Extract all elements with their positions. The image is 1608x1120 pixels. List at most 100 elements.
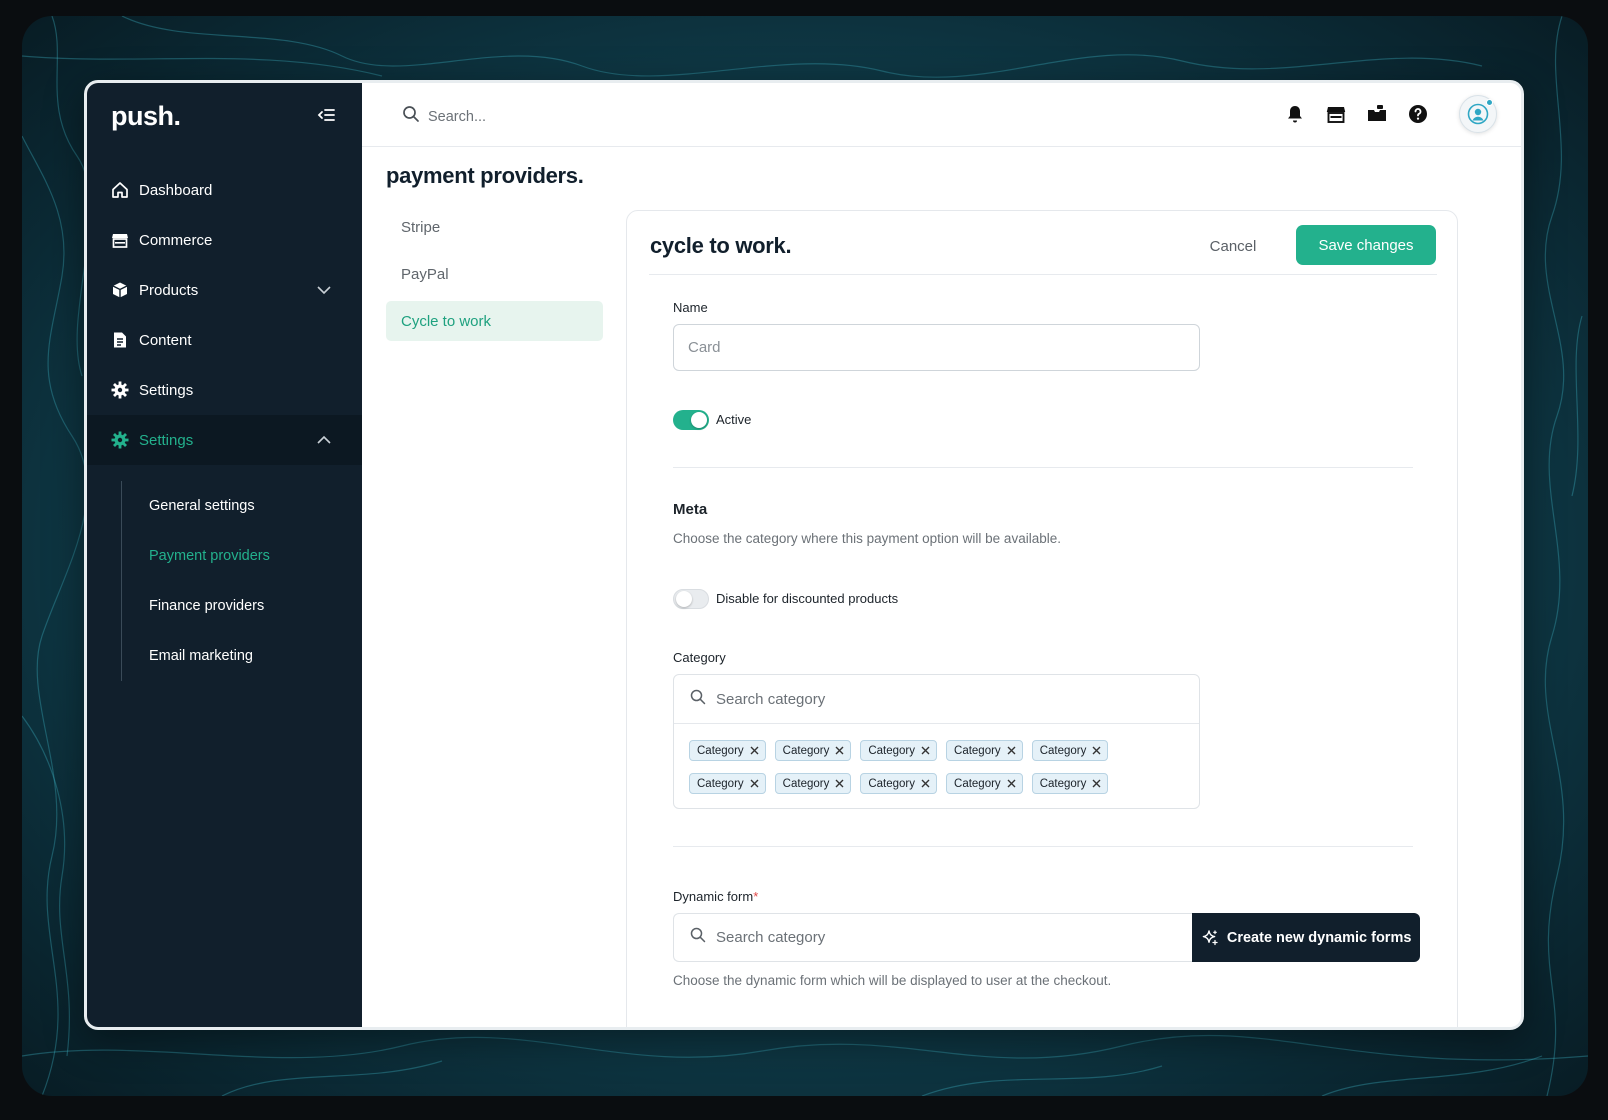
close-icon[interactable] bbox=[835, 779, 844, 788]
close-icon[interactable] bbox=[1092, 779, 1101, 788]
chevron-down-icon[interactable] bbox=[316, 282, 332, 298]
category-chip: Category bbox=[946, 773, 1023, 794]
gear-icon bbox=[111, 431, 129, 449]
cancel-button[interactable]: Cancel bbox=[1187, 226, 1279, 266]
store-icon bbox=[111, 231, 129, 249]
provider-stripe[interactable]: Stripe bbox=[386, 207, 603, 247]
category-chip: Category bbox=[860, 773, 938, 794]
provider-edit-card: cycle to work. Cancel Save changes Name … bbox=[626, 210, 1458, 1027]
category-search-input[interactable] bbox=[716, 690, 1136, 708]
divider bbox=[673, 846, 1413, 847]
chevron-up-icon[interactable] bbox=[316, 432, 332, 448]
notification-dot bbox=[1486, 99, 1493, 106]
sidebar-item-label: Products bbox=[139, 281, 199, 299]
main-content: payment providers. Stripe PayPal Cycle t… bbox=[362, 147, 1521, 1027]
sidebar-item-settings-active[interactable]: Settings bbox=[87, 415, 362, 465]
search-icon bbox=[690, 689, 706, 710]
discounted-products-toggle[interactable] bbox=[673, 589, 709, 609]
category-chip: Category bbox=[689, 773, 766, 794]
search-input[interactable] bbox=[428, 108, 728, 125]
sidebar-item-content[interactable]: Content bbox=[87, 315, 362, 365]
sidebar-item-commerce[interactable]: Commerce bbox=[87, 215, 362, 265]
active-toggle[interactable] bbox=[673, 410, 709, 430]
sidebar-item-label: Settings bbox=[139, 431, 194, 449]
sparkle-icon bbox=[1201, 929, 1219, 947]
store-icon[interactable] bbox=[1325, 103, 1347, 125]
create-dynamic-form-button[interactable]: Create new dynamic forms bbox=[1192, 913, 1420, 962]
close-icon[interactable] bbox=[1007, 746, 1016, 755]
box-icon bbox=[111, 281, 129, 299]
topbar bbox=[362, 83, 1521, 147]
category-selector: Category Category Category Category Cate… bbox=[673, 674, 1200, 809]
user-avatar-icon[interactable] bbox=[1459, 95, 1497, 133]
logo: push. bbox=[111, 101, 181, 131]
category-chip: Category bbox=[1031, 773, 1109, 794]
subnav-general-settings[interactable]: General settings bbox=[122, 481, 351, 531]
main-nav: Dashboard Commerce Products Content Sett… bbox=[87, 165, 362, 465]
close-icon[interactable] bbox=[921, 746, 930, 755]
category-label: Category bbox=[673, 650, 726, 665]
subnav-payment-providers[interactable]: Payment providers bbox=[122, 531, 351, 581]
dynamic-form-help-text: Choose the dynamic form which will be di… bbox=[673, 973, 1112, 988]
category-chip: Category bbox=[689, 740, 766, 761]
subnav-email-marketing[interactable]: Email marketing bbox=[122, 631, 351, 681]
search-icon bbox=[402, 105, 420, 128]
category-search bbox=[674, 675, 1199, 724]
topbar-actions bbox=[1265, 95, 1497, 133]
category-chip: Category bbox=[860, 740, 938, 761]
sidebar-item-label: Content bbox=[139, 331, 192, 349]
meta-title: Meta bbox=[673, 501, 708, 518]
sidebar-item-label: Commerce bbox=[139, 231, 213, 249]
save-changes-button[interactable]: Save changes bbox=[1296, 225, 1436, 265]
card-title: cycle to work. bbox=[650, 233, 792, 258]
close-icon[interactable] bbox=[750, 779, 759, 788]
toggle-knob bbox=[676, 591, 692, 607]
inbox-icon[interactable] bbox=[1366, 103, 1388, 125]
provider-paypal[interactable]: PayPal bbox=[386, 254, 603, 294]
page-title: payment providers. bbox=[386, 163, 584, 188]
close-icon[interactable] bbox=[835, 746, 844, 755]
provider-cycle-to-work[interactable]: Cycle to work bbox=[386, 301, 603, 341]
category-chips: Category Category Category Category Cate… bbox=[674, 724, 1134, 806]
sidebar-item-settings[interactable]: Settings bbox=[87, 365, 362, 415]
category-chip: Category bbox=[946, 740, 1023, 761]
home-icon bbox=[111, 181, 129, 199]
bell-icon[interactable] bbox=[1284, 103, 1306, 125]
active-label: Active bbox=[716, 412, 752, 427]
dynamic-form-row: Create new dynamic forms bbox=[673, 913, 1420, 962]
help-icon[interactable] bbox=[1407, 103, 1429, 125]
sidebar-item-label: Dashboard bbox=[139, 181, 213, 199]
category-chip: Category bbox=[774, 773, 852, 794]
category-chip: Category bbox=[774, 740, 852, 761]
divider bbox=[649, 274, 1437, 275]
name-label: Name bbox=[673, 300, 708, 315]
subnav-finance-providers[interactable]: Finance providers bbox=[122, 581, 351, 631]
dynamic-form-label: Dynamic form* bbox=[673, 889, 759, 904]
close-icon[interactable] bbox=[1007, 779, 1016, 788]
document-icon bbox=[111, 331, 129, 349]
sidebar: push. Dashboard Commerce Products Conten… bbox=[87, 83, 362, 1027]
name-input[interactable] bbox=[673, 324, 1200, 371]
sidebar-item-products[interactable]: Products bbox=[87, 265, 362, 315]
collapse-sidebar-icon[interactable] bbox=[317, 107, 339, 125]
toggle-knob bbox=[691, 412, 707, 428]
dynamic-form-search-input[interactable] bbox=[716, 929, 1136, 946]
provider-list: Stripe PayPal Cycle to work bbox=[386, 207, 603, 348]
meta-help-text: Choose the category where this payment o… bbox=[673, 531, 1061, 546]
global-search bbox=[402, 105, 728, 128]
sidebar-item-dashboard[interactable]: Dashboard bbox=[87, 165, 362, 215]
discounted-products-label: Disable for discounted products bbox=[716, 591, 899, 606]
divider bbox=[673, 467, 1413, 468]
settings-subnav: General settings Payment providers Finan… bbox=[121, 481, 351, 681]
close-icon[interactable] bbox=[921, 779, 930, 788]
create-dynamic-form-label: Create new dynamic forms bbox=[1226, 929, 1412, 946]
dynamic-form-search bbox=[673, 913, 1193, 962]
required-marker: * bbox=[753, 889, 759, 904]
sidebar-item-label: Settings bbox=[139, 381, 194, 399]
category-chip: Category bbox=[1031, 740, 1109, 761]
close-icon[interactable] bbox=[1092, 746, 1101, 755]
app-window: push. Dashboard Commerce Products Conten… bbox=[84, 80, 1524, 1030]
search-icon bbox=[690, 927, 706, 948]
gear-icon bbox=[111, 381, 129, 399]
close-icon[interactable] bbox=[750, 746, 759, 755]
